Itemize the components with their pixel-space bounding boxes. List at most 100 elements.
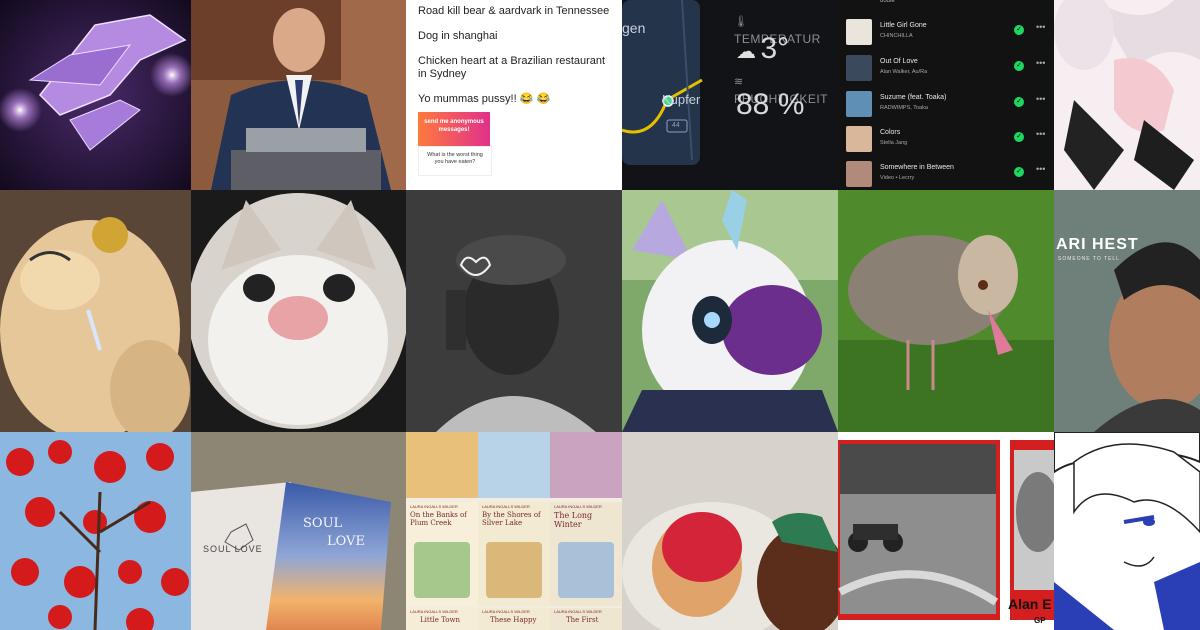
spaceship-art-image[interactable] [0,0,191,190]
anime-girl-art[interactable] [1054,0,1200,190]
book-author: LAURA INGALLS WILDER [410,609,458,614]
desserts [622,432,838,630]
playlist-track[interactable]: Colors Stella Jang ✓ ••• [846,125,1051,155]
man-portrait-photo[interactable] [406,190,622,432]
more-icon[interactable]: ••• [1036,58,1045,68]
book-author: LAURA INGALLS WILDER [410,504,458,509]
temperature-value: ☁ 3° [736,32,790,65]
map-widget[interactable]: gen Kupfer 44 🌡 TEMPERATUR ☁ 3° ≋ FEUCHT… [622,0,838,190]
book-title: On the Banks of Plum Creek [410,511,467,527]
book-left-title: SOUL LOVE [203,544,263,554]
book-cover: LAURA INGALLS WILDER By the Shores of Si… [478,502,550,606]
track-title: Suzume (feat. Toaka) [880,94,947,101]
book-cover: LAURA INGALLS WILDER The First [550,608,622,630]
check-icon: ✓ [1014,25,1024,35]
book-cover: LAURA INGALLS WILDER The Long Winter [550,502,622,606]
book-author: LAURA INGALLS WILDER [482,609,530,614]
politician-scene [191,0,406,190]
anime-boy-illustration [1054,432,1200,630]
map-label-top: gen [622,20,646,36]
image-collage: Road kill bear & aardvark in Tennessee D… [0,0,1200,630]
playlist-track[interactable]: Somewhere in Between Video • Lecrry ✓ ••… [846,160,1051,190]
playlist-track[interactable]: Little Girl Gone CHINCHILLA ✓ ••• [846,18,1051,48]
anon-card-question: What is the worst thing you have eaten? [427,152,483,165]
top-artist: dodie [880,0,895,4]
post-line: Road kill bear & aardvark in Tennessee [418,5,610,17]
plush-toy [0,190,191,432]
track-cover [846,126,872,152]
album-subtitle: SOMEONE TO TELL [1058,256,1120,262]
track-artist: Stella Jang [880,140,908,146]
soul-love-books [191,432,406,630]
soul-love-book-photo[interactable]: SOUL LOVE SOUL LOVE [191,432,406,630]
check-icon: ✓ [1014,97,1024,107]
race-poster[interactable]: Alan E GP [838,432,1054,630]
text-post[interactable]: Road kill bear & aardvark in Tennessee D… [406,0,622,190]
book-right-title-1: SOUL [303,516,343,531]
track-artist: Video • Lecrry [880,175,915,181]
more-icon[interactable]: ••• [1036,129,1045,139]
humidity-value: 88 % [736,88,805,121]
check-icon: ✓ [1014,132,1024,142]
politician-photo[interactable] [191,0,406,190]
book-set-photo[interactable]: LAURA INGALLS WILDER On the Banks of Plu… [406,432,622,630]
more-icon[interactable]: ••• [1036,94,1045,104]
map-road-number: 44 [672,122,680,129]
thermometer-icon: 🌡 [734,16,748,28]
anon-card-header: send me anonymous messages! [418,112,490,146]
anime-girl-illustration [1054,0,1200,190]
playlist-track[interactable]: Suzume (feat. Toaka) RADWIMPS, Toaka ✓ •… [846,90,1051,120]
book-title: Little Town [420,616,460,624]
book-author: LAURA INGALLS WILDER [554,504,602,509]
track-title: Somewhere in Between [880,164,954,171]
cat-closeup-photo[interactable] [191,190,406,432]
red-leaves-photo[interactable] [0,432,191,630]
book-cover: LAURA INGALLS WILDER On the Banks of Plu… [406,502,478,606]
post-line: Dog in shanghai [418,30,498,42]
poster-subtext: GP [1034,616,1046,625]
track-cover [846,161,872,187]
goose-photo[interactable] [838,190,1054,432]
track-title: Colors [880,129,901,136]
book-title: The First [566,616,599,624]
album-man-portrait [1054,190,1200,432]
book-cover: LAURA INGALLS WILDER Little Town [406,608,478,630]
post-line: Chicken heart at a Brazilian restaurant … [418,55,606,80]
fursuit-head [622,190,838,432]
fursuit-photo[interactable] [622,190,838,432]
book-cover [550,432,622,498]
book-title: These Happy [490,616,537,624]
track-title: Out Of Love [880,58,918,65]
check-icon: ✓ [1014,167,1024,177]
track-artist: RADWIMPS, Toaka [880,105,928,111]
poster-name: Alan E [1008,596,1052,612]
anime-boy-sketch[interactable] [1054,432,1200,630]
more-icon[interactable]: ••• [1036,164,1045,174]
more-icon[interactable]: ••• [1036,22,1045,32]
album-cover[interactable]: ARI HEST SOMEONE TO TELL [1054,190,1200,432]
track-cover [846,19,872,45]
track-artist: Alan Walker, Au/Ra [880,69,928,75]
plush-toy-photo[interactable] [0,190,191,432]
book-author: LAURA INGALLS WILDER [482,504,530,509]
goose [838,190,1054,432]
post-line: Yo mummas pussy!! 😂 😂 [418,93,551,105]
anon-card-title: send me anonymous messages! [424,119,484,133]
playlist[interactable]: dodie Little Girl Gone CHINCHILLA ✓ ••• … [838,0,1054,190]
track-cover [846,55,872,81]
anon-card-body: What is the worst thing you have eaten? [418,146,492,176]
cloud-icon: ☁ [736,41,756,63]
book-title: The Long Winter [554,511,593,529]
book-author: LAURA INGALLS WILDER [554,609,602,614]
book-title: By the Shores of Silver Lake [482,511,541,527]
book-cover [406,432,478,498]
playlist-track[interactable]: Out Of Love Alan Walker, Au/Ra ✓ ••• [846,54,1051,84]
desserts-photo[interactable] [622,432,838,630]
book-cover [478,432,550,498]
cat-face [191,190,406,432]
check-icon: ✓ [1014,61,1024,71]
book-right-title-2: LOVE [327,534,365,549]
red-leaves [0,432,191,630]
book-cover: LAURA INGALLS WILDER These Happy [478,608,550,630]
track-title: Little Girl Gone [880,22,927,29]
